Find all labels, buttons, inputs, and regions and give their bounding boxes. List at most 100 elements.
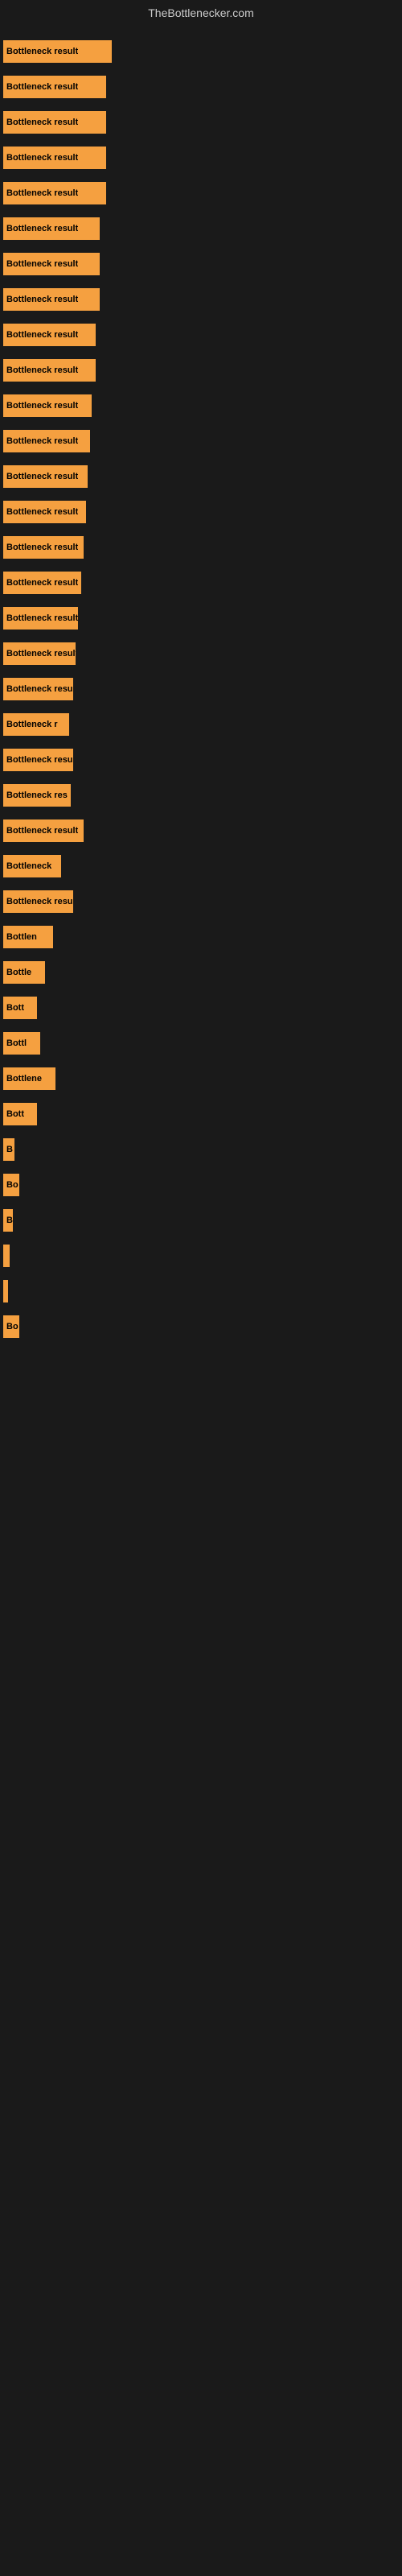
bar-row: Bottleneck result [0, 246, 402, 282]
bar-row: Bottleneck result [0, 34, 402, 69]
bar-label: Bottleneck result [6, 543, 78, 552]
bar-label: Bo [6, 1180, 18, 1190]
bar-item: Bottleneck res [3, 784, 71, 807]
bar-item: Bottleneck result [3, 465, 88, 488]
bar-row: Bo [0, 1309, 402, 1344]
bar-item: Bottleneck resu [3, 890, 73, 913]
bar-label: Bott [6, 1003, 24, 1013]
bar-label: Bottleneck result [6, 188, 78, 198]
bar-row: Bottleneck result [0, 459, 402, 494]
bar-item: Bo [3, 1315, 19, 1338]
bar-row: Bottleneck result [0, 813, 402, 848]
bar-item: Bottleneck result [3, 182, 106, 204]
bar-item: Bottleneck result [3, 642, 76, 665]
bar-item: Bottleneck result [3, 40, 112, 63]
bar-row: Bottleneck result [0, 601, 402, 636]
bar-label: Bottleneck result [6, 224, 78, 233]
bar-label: Bottlen [6, 932, 37, 942]
bar-label: Bottleneck res [6, 791, 68, 800]
bar-label: Bottleneck [6, 861, 51, 871]
bar-label: Bottleneck result [6, 649, 76, 658]
bar-item: Bottleneck result [3, 607, 78, 630]
bar-item: Bottleneck [3, 855, 61, 877]
bar-item: B [3, 1138, 14, 1161]
bar-label: Bott [6, 1109, 24, 1119]
bar-row: Bottleneck result [0, 636, 402, 671]
bar-row: Bottlen [0, 919, 402, 955]
bar-row: Bottleneck result [0, 282, 402, 317]
bar-item [3, 1280, 8, 1302]
bar-label: Bottleneck result [6, 613, 78, 623]
bar-label: B [6, 1145, 13, 1154]
bar-row: Bo [0, 1167, 402, 1203]
bar-label: Bottleneck resu [6, 755, 73, 765]
bar-label: Bottleneck result [6, 365, 78, 375]
bar-row: Bottleneck result [0, 317, 402, 353]
bar-item: Bottlen [3, 926, 53, 948]
bar-label: B [6, 1216, 13, 1225]
bar-row: Bottlene [0, 1061, 402, 1096]
bar-item: Bottle [3, 961, 45, 984]
bar-item: Bottl [3, 1032, 40, 1055]
bar-label: Bottle [6, 968, 31, 977]
bar-item: Bottlene [3, 1067, 55, 1090]
bar-item: Bottleneck result [3, 536, 84, 559]
bar-row: Bottl [0, 1026, 402, 1061]
bar-row: Bottleneck resu [0, 742, 402, 778]
bar-row: Bottleneck result [0, 353, 402, 388]
bar-row: Bottleneck result [0, 140, 402, 175]
bar-row: B [0, 1203, 402, 1238]
bar-row: Bott [0, 1096, 402, 1132]
bar-item: Bottleneck result [3, 359, 96, 382]
bar-label: Bottleneck result [6, 826, 78, 836]
bars-container: Bottleneck result Bottleneck result Bottle… [0, 26, 402, 1352]
bar-label: Bottleneck result [6, 578, 78, 588]
bar-row: Bottleneck result [0, 105, 402, 140]
bar-label: Bottleneck result [6, 118, 78, 127]
bar-label: Bottleneck result [6, 295, 78, 304]
bar-row: Bottleneck result [0, 494, 402, 530]
bar-row [0, 1238, 402, 1274]
bar-row: Bottleneck resu [0, 884, 402, 919]
bar-item: Bott [3, 997, 37, 1019]
bar-label: Bottleneck r [6, 720, 58, 729]
bar-label: Bottleneck resu [6, 684, 73, 694]
bar-label: Bottleneck result [6, 47, 78, 56]
bar-row: Bottleneck result [0, 565, 402, 601]
bar-row: Bottleneck result [0, 388, 402, 423]
bar-label: Bottleneck result [6, 153, 78, 163]
bar-label: Bottlene [6, 1074, 42, 1084]
bar-item: Bottleneck result [3, 572, 81, 594]
bar-item: Bott [3, 1103, 37, 1125]
bar-label: Bottleneck result [6, 401, 78, 411]
bar-label: Bottleneck result [6, 259, 78, 269]
bar-item: B [3, 1209, 13, 1232]
bar-row: Bottle [0, 955, 402, 990]
bar-item: Bottleneck r [3, 713, 69, 736]
bar-item: Bottleneck result [3, 819, 84, 842]
bar-item: Bottleneck result [3, 111, 106, 134]
bar-item: Bottleneck result [3, 501, 86, 523]
bar-row: Bottleneck r [0, 707, 402, 742]
bar-item: Bottleneck resu [3, 678, 73, 700]
bar-item: Bottleneck result [3, 394, 92, 417]
bar-row: B [0, 1132, 402, 1167]
bar-row: Bottleneck result [0, 211, 402, 246]
bar-row: Bottleneck result [0, 175, 402, 211]
bar-label: Bottleneck result [6, 436, 78, 446]
bar-item: Bottleneck result [3, 324, 96, 346]
bar-row: Bottleneck res [0, 778, 402, 813]
bar-label: Bottleneck result [6, 507, 78, 517]
bar-row [0, 1274, 402, 1309]
bar-label: Bottleneck result [6, 330, 78, 340]
bar-row: Bottleneck result [0, 423, 402, 459]
bar-item: Bottleneck result [3, 288, 100, 311]
bar-row: Bottleneck result [0, 530, 402, 565]
bar-item: Bo [3, 1174, 19, 1196]
bar-label: Bottleneck result [6, 472, 78, 481]
bar-row: Bott [0, 990, 402, 1026]
bar-item: Bottleneck result [3, 76, 106, 98]
site-title: TheBottlenecker.com [0, 0, 402, 26]
bar-label: Bottleneck result [6, 82, 78, 92]
bar-label: Bottl [6, 1038, 27, 1048]
